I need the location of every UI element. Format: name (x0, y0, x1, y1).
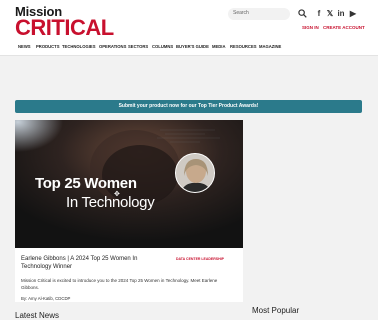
promo-banner[interactable]: Submit your product now for our Top Tier… (15, 100, 362, 113)
nav-news[interactable]: NEWS (18, 44, 31, 49)
article-category-tag[interactable]: DATA CENTER LEADERSHIP (176, 257, 224, 261)
sign-in-link[interactable]: SIGN IN (302, 25, 319, 30)
site-header: Mission CRITICAL Search f 𝕏 in ▶ SIGN IN… (0, 0, 378, 56)
hero-title-line1: Top 25 Women (35, 175, 137, 192)
facebook-icon[interactable]: f (314, 8, 324, 19)
nav-sectors[interactable]: SECTORS (128, 44, 148, 49)
most-popular-heading: Most Popular (252, 306, 300, 315)
search-icon[interactable] (298, 9, 307, 18)
nav-operations[interactable]: OPERATIONS (99, 44, 126, 49)
featured-image[interactable]: Top 25 Women In Technology ✥ (15, 120, 243, 248)
x-icon[interactable]: 𝕏 (325, 8, 335, 19)
article-summary: Mission Critical is excited to introduce… (21, 278, 218, 290)
featured-article-card[interactable]: Top 25 Women In Technology ✥ Earlene Gib… (15, 120, 243, 302)
nav-resources[interactable]: RESOURCES (230, 44, 257, 49)
nav-divider (0, 55, 378, 56)
linkedin-icon[interactable]: in (336, 8, 346, 19)
search-placeholder: Search (233, 10, 249, 16)
search-input[interactable]: Search (228, 8, 290, 20)
hero-title-line2: In Technology (66, 194, 155, 211)
article-byline: By: Amy Al-Katib, CDCDP (21, 296, 71, 301)
nav-products[interactable]: PRODUCTS (36, 44, 60, 49)
cursor-icon: ✥ (114, 191, 120, 198)
site-logo[interactable]: Mission CRITICAL (15, 5, 114, 39)
nav-magazine[interactable]: MAGAZINE (259, 44, 281, 49)
main-nav: NEWS PRODUCTS TECHNOLOGIES OPERATIONS SE… (0, 40, 378, 54)
nav-technologies[interactable]: TECHNOLOGIES (62, 44, 96, 49)
nav-columns[interactable]: COLUMNS (152, 44, 173, 49)
nav-buyers-guide[interactable]: BUYER'S GUIDE (176, 44, 209, 49)
latest-news-heading: Latest News (15, 311, 60, 320)
portrait-photo (175, 153, 215, 193)
logo-line-critical: CRITICAL (15, 15, 114, 40)
article-title[interactable]: Earlene Gibbons | A 2024 Top 25 Women In… (21, 256, 166, 272)
nav-media[interactable]: MEDIA (212, 44, 226, 49)
youtube-icon[interactable]: ▶ (348, 8, 358, 19)
create-account-link[interactable]: CREATE ACCOUNT (323, 25, 365, 30)
